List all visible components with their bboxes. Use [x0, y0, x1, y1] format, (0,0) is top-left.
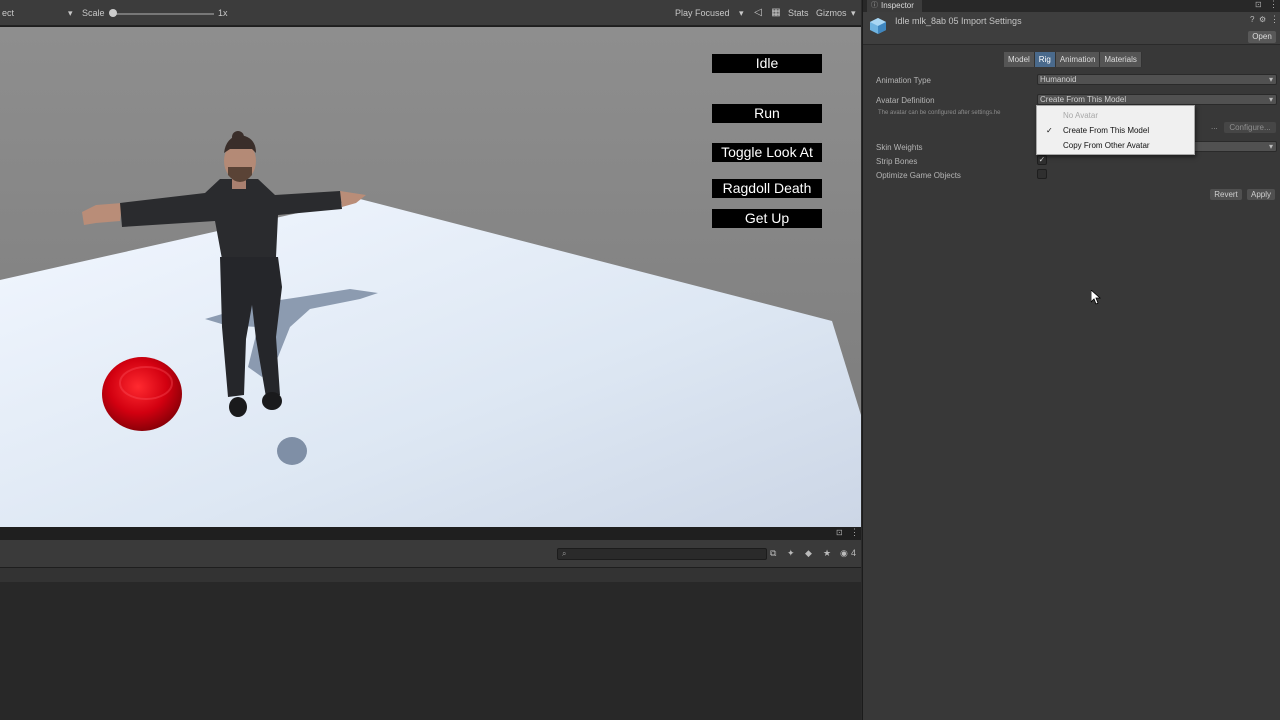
scale-label: Scale [82, 8, 105, 18]
import-settings-tabs: Model Rig Animation Materials [1004, 52, 1142, 68]
scale-slider-handle[interactable] [109, 9, 117, 17]
star-icon[interactable]: ★ [823, 548, 831, 559]
settings-icon[interactable]: ⚙ [1259, 15, 1266, 24]
log-count: 4 [851, 548, 857, 558]
chevron-down-icon[interactable]: ▾ [851, 8, 856, 19]
label-icon[interactable]: ◆ [805, 548, 812, 559]
tab-rig[interactable]: Rig [1034, 52, 1056, 67]
lock-icon[interactable]: ⊡ [836, 528, 843, 537]
tag-filter-icon[interactable]: ✦ [787, 548, 795, 559]
play-focused-dropdown[interactable]: Play Focused [675, 8, 730, 18]
game-view-panel: ect ▾ Scale 1x Play Focused ▾ ◁ ▦ Stats … [0, 0, 861, 527]
inspector-tab-bar: Inspector ⊡ ⋮ [863, 0, 1280, 12]
console-tab-bar: ⊡ ⋮ [0, 527, 861, 540]
ragdoll-death-button[interactable]: Ragdoll Death [712, 179, 822, 198]
scene-render [0, 27, 861, 527]
more-options-icon[interactable]: ⋮ [1269, 0, 1278, 10]
mouse-cursor-icon [1091, 290, 1101, 305]
filter-icon[interactable]: ⧉ [770, 548, 776, 559]
avatar-info-text: The avatar can be configured after setti… [878, 110, 1001, 116]
apply-button[interactable]: Apply [1247, 189, 1275, 200]
open-button[interactable]: Open [1248, 31, 1276, 43]
console-subbar [0, 568, 861, 582]
get-up-button[interactable]: Get Up [712, 209, 822, 228]
animation-type-dropdown[interactable]: Humanoid [1037, 74, 1277, 85]
tab-inspector[interactable]: Inspector [867, 0, 922, 12]
ball-shadow [277, 437, 307, 465]
configure-button[interactable]: Configure... [1224, 122, 1276, 133]
chevron-down-icon[interactable]: ▾ [68, 8, 73, 19]
avatar-definition-label: Avatar Definition [876, 96, 935, 105]
tab-materials[interactable]: Materials [1100, 52, 1142, 67]
scale-value: 1x [218, 8, 228, 18]
popup-item-create-from-this-model[interactable]: Create From This Model [1063, 126, 1149, 135]
toggle-look-at-button[interactable]: Toggle Look At [712, 143, 822, 162]
gizmos-button[interactable]: Gizmos [816, 8, 847, 18]
avatar-definition-popup: No Avatar ✓ Create From This Model Copy … [1036, 105, 1195, 155]
game-viewport[interactable] [0, 27, 861, 527]
search-icon: ⌕ [562, 549, 567, 558]
idle-button[interactable]: Idle [712, 54, 822, 73]
scale-slider-track[interactable] [112, 13, 214, 15]
popup-item-copy-from-other-avatar[interactable]: Copy From Other Avatar [1063, 141, 1150, 150]
revert-button[interactable]: Revert [1210, 189, 1242, 200]
asset-title: Idle mlk_8ab 05 Import Settings [895, 16, 1022, 26]
model-asset-icon [870, 18, 886, 34]
strip-bones-checkbox[interactable]: ✓ [1037, 155, 1047, 165]
mute-audio-icon[interactable]: ◁ [752, 7, 764, 19]
run-button[interactable]: Run [712, 104, 822, 123]
lock-icon[interactable]: ⊡ [1255, 0, 1262, 9]
stats-button[interactable]: Stats [788, 8, 809, 18]
chevron-down-icon[interactable]: ▾ [739, 8, 744, 19]
strip-bones-label: Strip Bones [876, 157, 918, 166]
skin-weights-label: Skin Weights [876, 143, 923, 152]
game-toolbar: ect ▾ Scale 1x Play Focused ▾ ◁ ▦ Stats … [0, 0, 861, 26]
tab-animation[interactable]: Animation [1055, 52, 1101, 67]
log-count-icon[interactable]: ◉ [840, 548, 848, 559]
more-options-icon[interactable]: ⋮ [850, 527, 859, 538]
more-options-icon[interactable]: ⋮ [1270, 14, 1279, 25]
help-icon[interactable]: ? [1250, 15, 1254, 24]
stats-grid-icon[interactable]: ▦ [770, 7, 782, 19]
tab-model[interactable]: Model [1004, 52, 1035, 67]
console-toolbar: ⌕ ⧉ ✦ ◆ ★ ◉ 4 [0, 540, 861, 568]
console-search-input[interactable]: ⌕ [557, 548, 767, 560]
popup-item-no-avatar[interactable]: No Avatar [1063, 111, 1098, 120]
display-dropdown[interactable]: ect [2, 8, 14, 18]
animation-type-label: Animation Type [876, 76, 931, 85]
avatar-definition-dropdown[interactable]: Create From This Model [1037, 94, 1277, 105]
inspector-header: Idle mlk_8ab 05 Import Settings ? ⚙ ⋮ Op… [863, 12, 1280, 45]
optimize-game-objects-label: Optimize Game Objects [876, 171, 961, 180]
console-panel: ⊡ ⋮ ⌕ ⧉ ✦ ◆ ★ ◉ 4 [0, 527, 861, 720]
configure-ellipsis: ... [1211, 122, 1218, 131]
optimize-game-objects-checkbox[interactable] [1037, 169, 1047, 179]
check-icon: ✓ [1046, 126, 1053, 135]
